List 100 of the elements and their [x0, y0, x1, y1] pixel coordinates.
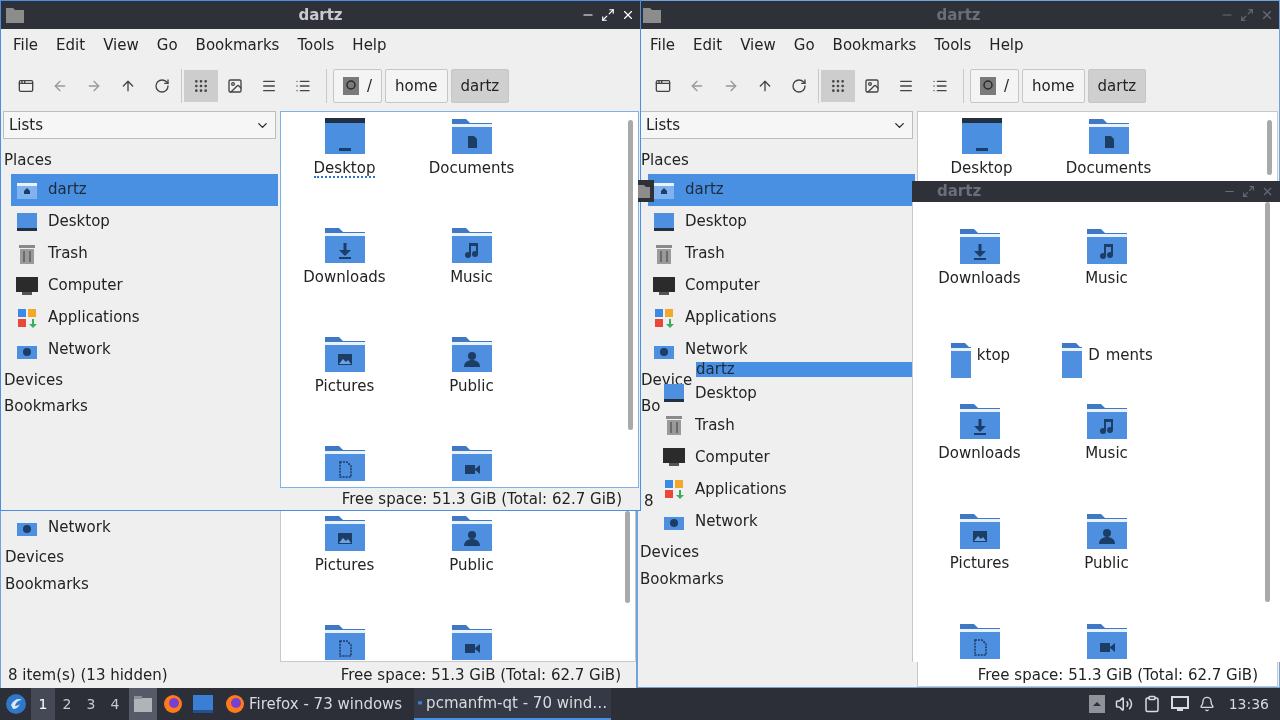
path-button[interactable]: / [333, 69, 383, 103]
file-label[interactable]: Public [449, 378, 494, 396]
desktop-icon [322, 116, 367, 156]
file-label[interactable]: Music [450, 269, 493, 287]
menu-item[interactable]: Go [147, 33, 187, 57]
path-button[interactable]: dartz [450, 69, 510, 103]
reload-icon[interactable] [791, 78, 807, 94]
path-button[interactable]: / [970, 69, 1020, 103]
file-label[interactable]: Pictures [314, 557, 375, 575]
section-heading: Bookmarks [640, 568, 724, 590]
task-button[interactable]: pcmanfm-qt - 70 wind… [414, 688, 612, 720]
folder-icon [322, 225, 367, 265]
folder-icon [1086, 116, 1131, 156]
close-icon[interactable] [621, 8, 635, 22]
places-item[interactable]: Trash [648, 237, 915, 270]
places-item[interactable]: dartz [696, 362, 912, 377]
side-pane-dropdown[interactable]: Lists [3, 111, 276, 139]
path-button[interactable]: dartz [1087, 69, 1147, 103]
path-button[interactable]: home [385, 69, 448, 103]
view-mode-button[interactable] [184, 70, 218, 102]
places-item[interactable]: Desktop [11, 205, 278, 238]
file-label[interactable]: Public [1084, 555, 1129, 573]
menu-item[interactable]: Tools [925, 33, 981, 57]
file-label[interactable]: Downloads [938, 270, 1021, 288]
firefox-icon[interactable] [163, 694, 183, 714]
workspace-button[interactable]: 1 [31, 688, 55, 720]
file-label[interactable]: Pictures [314, 378, 375, 396]
places-item[interactable]: Trash [11, 237, 278, 270]
menu-item[interactable]: Bookmarks [823, 33, 926, 57]
file-label[interactable]: Music [1085, 270, 1128, 288]
file-label[interactable]: Pictures [949, 555, 1010, 573]
workspace-button[interactable]: 4 [103, 688, 127, 720]
task-button[interactable]: Firefox - 73 windows [221, 688, 407, 720]
desktop-icon [959, 116, 1004, 156]
up-icon[interactable] [757, 78, 773, 94]
folder-icon [449, 116, 494, 156]
reload-icon[interactable] [154, 78, 170, 94]
menu-item[interactable]: View [731, 33, 785, 57]
menu-item[interactable]: Bookmarks [186, 33, 289, 57]
menu-item[interactable]: Help [343, 33, 396, 57]
scrollbar[interactable] [1265, 202, 1270, 602]
new-window-icon[interactable] [18, 78, 34, 94]
new-window-icon[interactable] [655, 78, 671, 94]
file-label[interactable]: Desktop [950, 160, 1013, 178]
menu-item[interactable]: Tools [288, 33, 344, 57]
places-item[interactable]: Applications [662, 473, 912, 505]
drive-icon [343, 77, 359, 95]
firefox-icon [225, 694, 245, 714]
clock[interactable]: 13:36 [1228, 693, 1269, 715]
notification-icon[interactable] [1198, 696, 1215, 712]
places-item[interactable]: dartz [11, 173, 278, 206]
places-item[interactable]: Computer [11, 269, 278, 302]
file-label[interactable]: Desktop [313, 160, 376, 178]
network-icon[interactable] [1170, 696, 1189, 712]
places-item[interactable]: Applications [11, 301, 278, 334]
file-label[interactable]: Documents [1065, 160, 1152, 178]
file-label[interactable]: Music [1085, 445, 1128, 463]
scrollbar[interactable] [1267, 120, 1272, 175]
places-item[interactable]: Trash [662, 409, 912, 441]
menu-item[interactable]: Edit [684, 33, 732, 57]
section-heading: Device [641, 369, 693, 391]
places-item[interactable]: Desktop [648, 205, 915, 238]
file-label[interactable]: Documents [428, 160, 515, 178]
menu-item[interactable]: Go [784, 33, 824, 57]
file-label[interactable]: Public [449, 557, 494, 575]
workspace-button[interactable]: 3 [79, 688, 103, 720]
places-item[interactable]: Network [11, 333, 278, 366]
menu-item[interactable]: Help [980, 33, 1033, 57]
menu-item[interactable]: View [94, 33, 148, 57]
folder-icon [449, 513, 494, 553]
path-button[interactable]: home [1022, 69, 1085, 103]
places-item[interactable]: Computer [662, 441, 912, 473]
file-label-fragment: ments [1105, 345, 1153, 366]
maximize-icon[interactable] [601, 8, 615, 22]
volume-icon[interactable] [1114, 695, 1133, 713]
detail-view-icon [932, 78, 948, 94]
up-icon[interactable] [120, 78, 136, 94]
file-manager-icon[interactable] [134, 696, 152, 712]
folder-icon [322, 513, 367, 553]
places-item[interactable]: Network [662, 505, 912, 537]
menu-item[interactable]: File [641, 33, 685, 57]
scrollbar[interactable] [628, 120, 633, 430]
workspace-button[interactable]: 2 [55, 688, 79, 720]
monitor-icon [16, 276, 38, 295]
menu-item[interactable]: Edit [47, 33, 95, 57]
places-item[interactable]: dartz [648, 173, 915, 206]
clipboard-icon[interactable] [1142, 695, 1161, 713]
file-label[interactable]: Downloads [938, 445, 1021, 463]
start-menu-icon[interactable] [5, 693, 27, 715]
folder-icon [957, 226, 1002, 266]
places-item[interactable]: Applications [648, 301, 915, 334]
side-pane-dropdown[interactable]: Lists [640, 111, 913, 139]
file-label[interactable]: Downloads [303, 269, 386, 287]
applications-icon [17, 307, 37, 328]
menu-item[interactable]: File [4, 33, 48, 57]
trash-icon [17, 243, 37, 264]
view-mode-button[interactable] [821, 70, 855, 102]
scrollbar[interactable] [625, 511, 630, 603]
places-item[interactable]: Network [11, 511, 280, 543]
places-item[interactable]: Computer [648, 269, 915, 302]
